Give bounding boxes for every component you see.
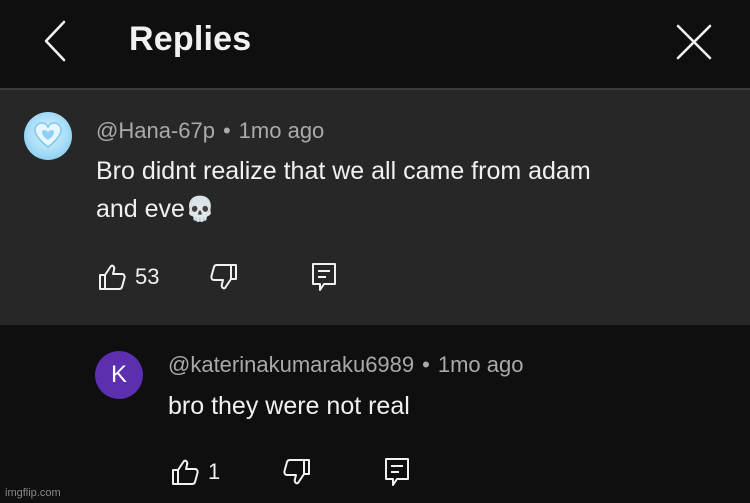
back-button[interactable]: [36, 18, 76, 64]
comment-text-line: Bro didnt realize that we all came from …: [96, 157, 591, 185]
page-title: Replies: [129, 20, 252, 58]
avatar[interactable]: K: [95, 351, 143, 399]
comment-icon: [312, 263, 336, 291]
comment-text: bro they were not real: [168, 392, 410, 420]
reply-button[interactable]: [310, 259, 338, 295]
dislike-button[interactable]: [209, 259, 239, 295]
comment-text-fragment: and eve: [96, 195, 185, 223]
comment-time: 1mo ago: [437, 352, 524, 377]
meta-separator: •: [222, 118, 231, 143]
comment-text: Bro didnt realize that we all came from …: [96, 152, 591, 229]
reply-comment: K @katerinakumaraku6989 • 1mo ago bro they…: [0, 325, 750, 503]
parent-comment: @Hana-67p • 1mo ago Bro didnt realize that…: [0, 90, 750, 325]
comment-meta: @katerinakumaraku6989 • 1mo ago: [168, 352, 523, 378]
like-button[interactable]: 53: [97, 259, 159, 295]
comment-actions: 53: [97, 259, 357, 295]
meta-separator: •: [422, 352, 430, 377]
comment-author[interactable]: @katerinakumaraku6989: [168, 352, 414, 377]
comment-icon: [385, 458, 409, 486]
replies-header: Replies: [0, 0, 750, 88]
comment-actions: 1: [170, 454, 430, 490]
heart-icon: [34, 122, 62, 148]
like-count: 53: [135, 264, 160, 289]
chevron-left-icon: [44, 20, 66, 62]
comment-time: 1mo ago: [238, 118, 325, 143]
thumbs-down-icon: [210, 264, 237, 290]
reply-button[interactable]: [383, 454, 411, 490]
close-button[interactable]: [672, 20, 716, 64]
thumbs-down-icon: [283, 459, 310, 485]
close-icon: [676, 24, 712, 60]
avatar[interactable]: [24, 112, 72, 160]
thumbs-up-icon: [172, 459, 199, 485]
dislike-button[interactable]: [282, 454, 312, 490]
thumbs-up-icon: [99, 264, 126, 290]
comment-meta: @Hana-67p • 1mo ago: [96, 118, 324, 144]
like-button[interactable]: 1: [170, 454, 220, 490]
skull-emoji: 💀: [184, 196, 215, 223]
watermark: imgflip.com: [5, 487, 61, 499]
like-count: 1: [208, 459, 221, 484]
comment-author[interactable]: @Hana-67p: [96, 118, 215, 143]
comment-text-line: and eve💀: [96, 190, 591, 229]
